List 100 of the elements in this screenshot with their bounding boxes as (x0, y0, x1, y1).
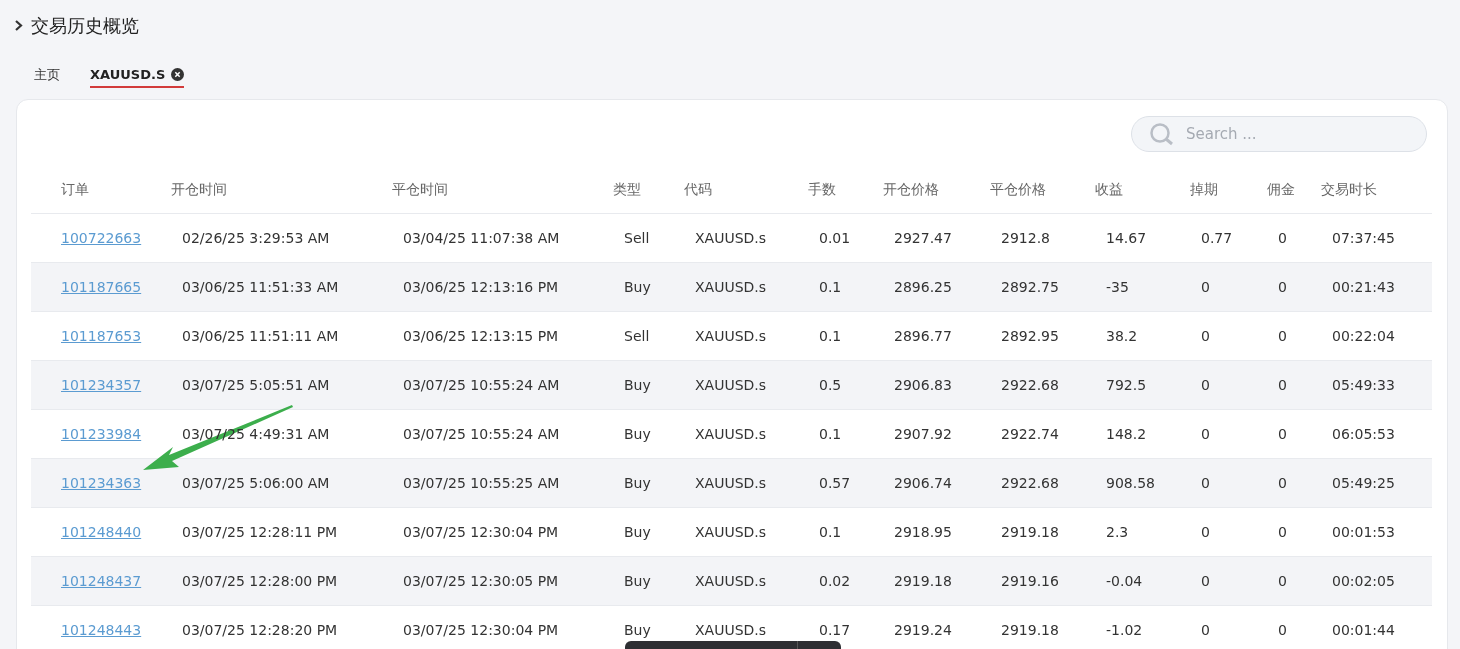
column-header: 收益 (1095, 181, 1123, 197)
table-cell: Buy (624, 279, 651, 295)
table-cell: XAUUSD.s (695, 426, 767, 442)
table-cell: 2.3 (1106, 524, 1129, 540)
table-cell: 0 (1201, 426, 1210, 442)
table-cell: 0.1 (819, 328, 842, 344)
table-cell: 0 (1201, 475, 1210, 491)
table-cell: 03/06/25 11:51:11 AM (182, 328, 339, 344)
table-cell: 0 (1201, 622, 1210, 638)
order-link[interactable]: 101187653 (61, 328, 142, 344)
table-cell: 0 (1278, 377, 1287, 393)
table-cell: 03/06/25 11:51:33 AM (182, 279, 339, 295)
table-cell: 0.1 (819, 524, 842, 540)
column-header: 佣金 (1267, 181, 1295, 197)
order-link[interactable]: 101248440 (61, 524, 142, 540)
table-cell: 2919.16 (1001, 573, 1059, 589)
table-cell: 2919.18 (894, 573, 952, 589)
table-cell: 908.58 (1106, 475, 1155, 491)
table-cell: 03/07/25 10:55:25 AM (403, 475, 560, 491)
table-cell: 0.77 (1201, 230, 1233, 246)
search-field[interactable]: Search ... (1131, 116, 1427, 152)
column-header: 代码 (684, 181, 712, 197)
order-link[interactable]: 101233984 (61, 426, 142, 442)
table-cell: 03/07/25 10:55:24 AM (403, 426, 560, 442)
table-cell: 0.02 (819, 573, 851, 589)
table-cell: XAUUSD.s (695, 524, 767, 540)
order-link[interactable]: 101248437 (61, 573, 142, 589)
close-icon[interactable] (171, 67, 185, 81)
table-cell: 00:02:05 (1332, 573, 1395, 589)
table-cell: 0 (1278, 426, 1287, 442)
table-cell: 2927.47 (894, 230, 952, 246)
table-cell: 00:22:04 (1332, 328, 1395, 344)
table-cell: 07:37:45 (1332, 230, 1395, 246)
table-cell: 03/06/25 12:13:16 PM (403, 279, 559, 295)
table-cell: 2919.24 (894, 622, 952, 638)
table-cell: 0 (1278, 279, 1287, 295)
table-cell: 38.2 (1106, 328, 1138, 344)
table-cell: 2906.83 (894, 377, 952, 393)
table-cell: Buy (624, 377, 651, 393)
column-header: 手数 (808, 181, 836, 197)
table-cell: XAUUSD.s (695, 328, 767, 344)
order-link[interactable]: 100722663 (61, 230, 142, 246)
table-cell: 03/07/25 5:06:00 AM (182, 475, 330, 491)
table-cell: Buy (624, 573, 651, 589)
table-cell: 0 (1278, 622, 1287, 638)
table-cell: 2906.74 (894, 475, 952, 491)
table-cell: 0.1 (819, 279, 842, 295)
table-cell: 05:49:25 (1332, 475, 1395, 491)
column-header: 订单 (61, 181, 89, 197)
table-cell: XAUUSD.s (695, 475, 767, 491)
order-link[interactable]: 101234357 (61, 377, 142, 393)
table-cell: 03/07/25 12:30:04 PM (403, 524, 559, 540)
table-cell: Sell (624, 328, 650, 344)
table-cell: XAUUSD.s (695, 377, 767, 393)
table-cell: 0 (1278, 328, 1287, 344)
table-cell: 0 (1278, 573, 1287, 589)
table-cell: XAUUSD.s (695, 230, 767, 246)
table-cell: 2892.75 (1001, 279, 1059, 295)
table-cell: -35 (1106, 279, 1129, 295)
table-cell: 03/07/25 12:28:11 PM (182, 524, 338, 540)
column-header: 平仓价格 (990, 181, 1046, 197)
table-cell: 2922.74 (1001, 426, 1059, 442)
chevron-icon[interactable] (14, 19, 23, 31)
table-cell: 03/07/25 12:30:05 PM (403, 573, 559, 589)
table-cell: 0 (1201, 573, 1210, 589)
table-cell: 0 (1278, 524, 1287, 540)
table-cell: 00:01:53 (1332, 524, 1395, 540)
table-cell: 03/07/25 12:28:00 PM (182, 573, 338, 589)
tab[interactable]: XAUUSD.S (90, 64, 185, 88)
table-cell: 2918.95 (894, 524, 952, 540)
table-cell: 0.1 (819, 426, 842, 442)
table-cell: 00:21:43 (1332, 279, 1395, 295)
table-cell: 148.2 (1106, 426, 1147, 442)
table-cell: 0 (1201, 328, 1210, 344)
table-cell: Buy (624, 475, 651, 491)
table-cell: XAUUSD.s (695, 622, 767, 638)
table-cell: 2919.18 (1001, 622, 1059, 638)
section-title: 交易历史概览 (31, 13, 139, 38)
table-cell: 00:01:44 (1332, 622, 1395, 638)
table-cell: 0.01 (819, 230, 851, 246)
table-cell: 2919.18 (1001, 524, 1059, 540)
table-cell: 2896.77 (894, 328, 952, 344)
table-cell: 0.17 (819, 622, 851, 638)
table-cell: 02/26/25 3:29:53 AM (182, 230, 330, 246)
table-cell: 2922.68 (1001, 475, 1059, 491)
column-header: 交易时长 (1321, 181, 1377, 197)
order-link[interactable]: 101248443 (61, 622, 142, 638)
column-header: 开仓时间 (171, 181, 227, 197)
column-header: 平仓时间 (392, 181, 448, 197)
table-cell: XAUUSD.s (695, 573, 767, 589)
table-cell: 0 (1278, 230, 1287, 246)
table-cell: Buy (624, 622, 651, 638)
table-cell: 0 (1201, 279, 1210, 295)
table-cell: 03/06/25 12:13:15 PM (403, 328, 559, 344)
table-cell: 2892.95 (1001, 328, 1059, 344)
tab[interactable]: 主页 (34, 64, 60, 88)
table-cell: 05:49:33 (1332, 377, 1395, 393)
order-link[interactable]: 101234363 (61, 475, 142, 491)
table-cell: 2907.92 (894, 426, 952, 442)
order-link[interactable]: 101187665 (61, 279, 142, 295)
